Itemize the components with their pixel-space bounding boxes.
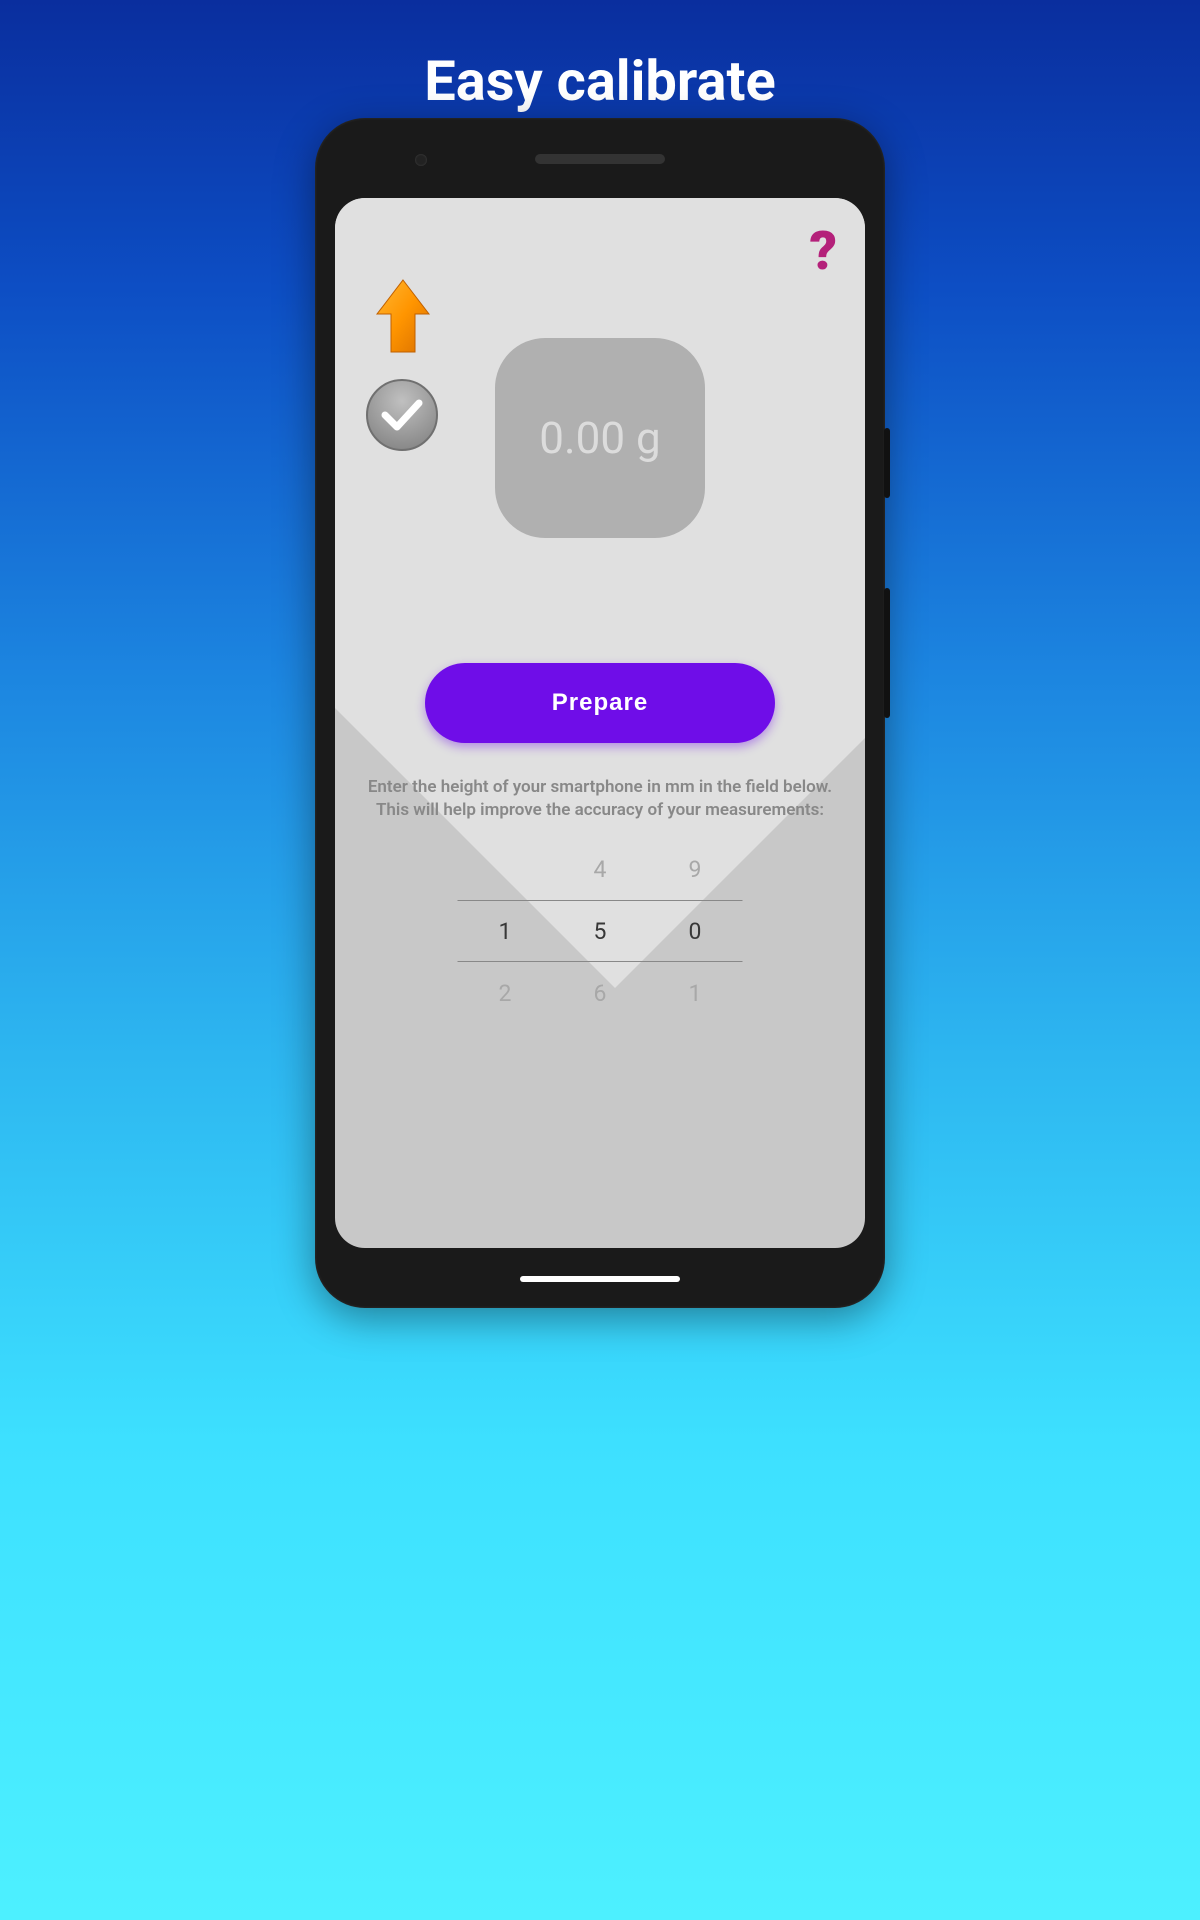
phone-camera	[415, 154, 427, 166]
picker-cell-selected: 0	[648, 900, 743, 962]
phone-mockup-frame: ?	[315, 118, 885, 1308]
picker-cell-selected: 5	[553, 900, 648, 962]
picker-cell-above: 9	[648, 838, 743, 900]
phone-volume-button	[884, 588, 890, 718]
instructions-text: Enter the height of your smartphone in m…	[335, 776, 865, 822]
weight-value: 0.00 g	[539, 412, 660, 464]
picker-col-2[interactable]: 4 5 6	[553, 838, 648, 1024]
picker-cell-above: 4	[553, 838, 648, 900]
help-icon[interactable]: ?	[809, 220, 837, 283]
phone-nav-indicator	[520, 1276, 680, 1282]
instructions-line-2: This will help improve the accuracy of y…	[376, 800, 824, 820]
phone-screen: ?	[335, 198, 865, 1248]
picker-cell-below: 1	[648, 962, 743, 1024]
confirm-button[interactable]	[365, 378, 439, 452]
picker-cell-below: 6	[553, 962, 648, 1024]
arrow-up-icon	[373, 278, 433, 362]
page-title: Easy calibrate	[0, 0, 1200, 114]
instructions-line-1: Enter the height of your smartphone in m…	[368, 777, 832, 797]
picker-col-3[interactable]: 9 0 1	[648, 838, 743, 1024]
picker-cell-selected: 1	[458, 900, 553, 962]
picker-cell-above	[458, 838, 553, 900]
picker-cell-below: 2	[458, 962, 553, 1024]
prepare-button[interactable]: Prepare	[425, 663, 775, 743]
height-picker[interactable]: 1 2 4 5 6 9 0 1	[458, 838, 743, 1024]
picker-col-1[interactable]: 1 2	[458, 838, 553, 1024]
phone-speaker	[535, 154, 665, 164]
weight-display-pad: 0.00 g	[495, 338, 705, 538]
phone-power-button	[884, 428, 890, 498]
